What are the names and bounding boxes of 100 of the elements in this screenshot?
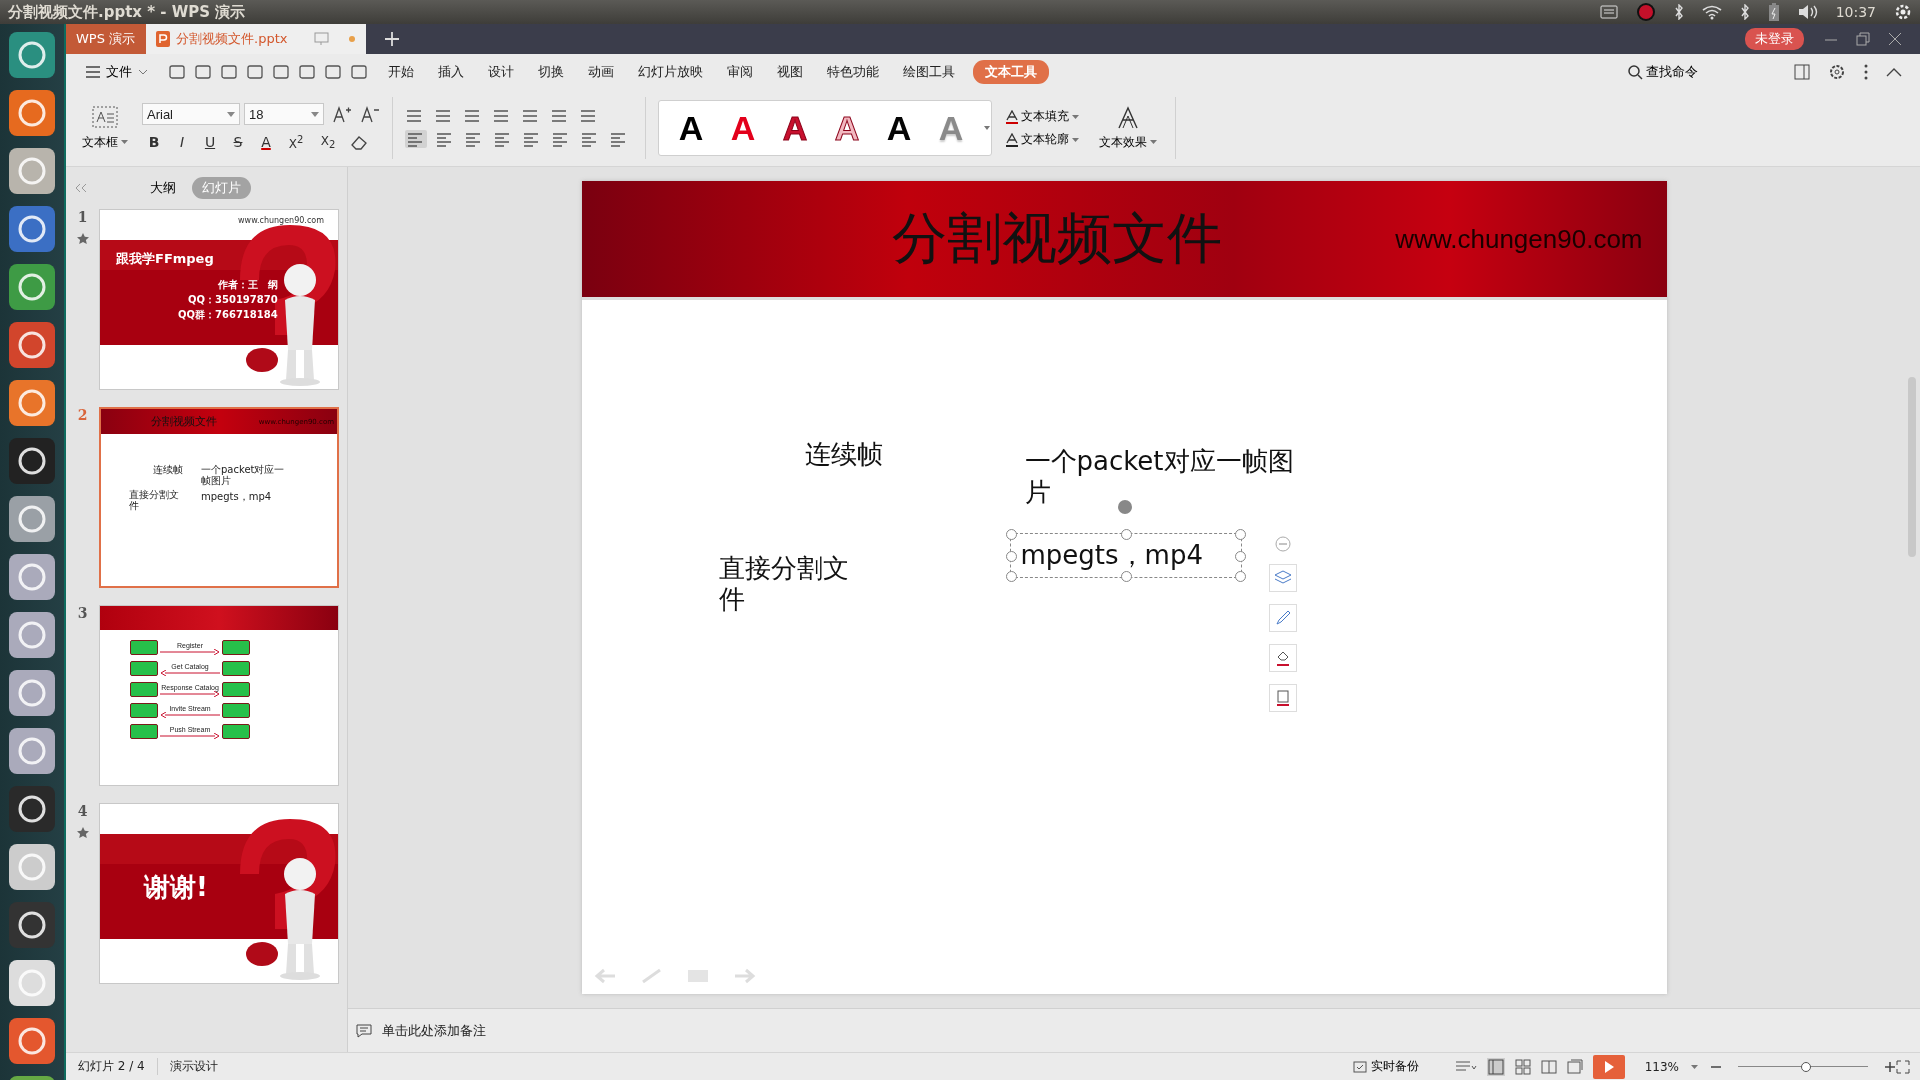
- login-button[interactable]: 未登录: [1745, 28, 1804, 50]
- menu-tab[interactable]: 插入: [426, 60, 476, 84]
- wifi-icon[interactable]: [1701, 4, 1722, 20]
- collapse-panel-icon[interactable]: [74, 183, 88, 193]
- text-style-option[interactable]: A: [769, 103, 821, 153]
- shrink-font-icon[interactable]: [360, 105, 380, 123]
- text-style-option[interactable]: A: [665, 103, 717, 153]
- menu-tab[interactable]: 审阅: [715, 60, 765, 84]
- text-effect-button[interactable]: 文本效果: [1093, 104, 1163, 152]
- eraser-icon[interactable]: [350, 134, 368, 150]
- resize-handle[interactable]: [1120, 571, 1132, 583]
- collapse-icon[interactable]: [1886, 67, 1902, 77]
- thumbnail-heading: 谢谢!: [144, 871, 208, 904]
- zoom-level[interactable]: 113%: [1644, 1059, 1679, 1074]
- layers-icon[interactable]: [1268, 564, 1297, 592]
- resize-handle[interactable]: [1005, 571, 1017, 583]
- keyboard-icon[interactable]: [1599, 5, 1618, 19]
- format-button[interactable]: U: [198, 131, 222, 153]
- grid-view-icon[interactable]: [1514, 1058, 1531, 1075]
- diagram-node: [130, 661, 158, 676]
- rotate-handle[interactable]: [1117, 500, 1132, 514]
- thumbnail-heading: 分割视频文件: [151, 414, 217, 429]
- diagram-node: [222, 640, 250, 655]
- fill-icon[interactable]: [1268, 644, 1297, 672]
- panel-tab[interactable]: 大纲: [140, 177, 186, 199]
- volume-icon[interactable]: [1797, 4, 1818, 20]
- caret-icon[interactable]: [1691, 1064, 1698, 1069]
- text-box[interactable]: 直接分割文件: [718, 553, 869, 616]
- resize-handle[interactable]: [1005, 529, 1017, 540]
- bluetooth-icon[interactable]: [1739, 4, 1750, 20]
- format-button[interactable]: S: [226, 131, 250, 153]
- caret-icon: [1150, 140, 1157, 144]
- align-left-icon[interactable]: [405, 130, 427, 148]
- more-icon[interactable]: [1864, 64, 1868, 80]
- font-size-field[interactable]: 18: [244, 103, 324, 125]
- power-icon[interactable]: [1894, 3, 1912, 21]
- battery-icon[interactable]: [1767, 2, 1780, 22]
- resize-handle[interactable]: [1234, 571, 1246, 583]
- menu-tab[interactable]: 绘图工具: [891, 60, 967, 84]
- zoom-slider-thumb[interactable]: [1800, 1061, 1811, 1072]
- thumbnail-text: 作者：王 纲: [217, 278, 278, 292]
- format-button[interactable]: I: [170, 131, 194, 153]
- record-icon[interactable]: [1635, 2, 1656, 22]
- outline-icon[interactable]: [1268, 684, 1297, 712]
- resize-handle[interactable]: [1234, 550, 1246, 562]
- slide-number: 2: [77, 407, 88, 423]
- reading-view-icon[interactable]: [1540, 1058, 1557, 1075]
- new-tab-icon[interactable]: [384, 31, 400, 47]
- command-search[interactable]: 查找命令: [1622, 62, 1704, 82]
- font-field[interactable]: Arial: [142, 103, 240, 125]
- text-outline-button[interactable]: 文本轮廓: [1000, 130, 1085, 149]
- normal-view-icon[interactable]: [1486, 1057, 1505, 1076]
- clock[interactable]: 10:37: [1835, 4, 1876, 20]
- document-tab[interactable]: WPS 演示: [66, 24, 146, 54]
- presenter-view-icon[interactable]: [1566, 1058, 1583, 1075]
- menu-tab[interactable]: 幻灯片放映: [626, 60, 715, 84]
- format-button[interactable]: X$^{2}$: [282, 131, 310, 153]
- close-icon[interactable]: [1888, 32, 1902, 46]
- format-button[interactable]: A: [254, 131, 278, 153]
- sidebar-icon[interactable]: [1794, 64, 1810, 80]
- bluetooth-icon[interactable]: [1673, 4, 1684, 20]
- caret-icon: [311, 111, 319, 117]
- caret-icon: [1072, 114, 1079, 119]
- menu-tab[interactable]: 设计: [476, 60, 526, 84]
- notes-placeholder[interactable]: 单击此处添加备注: [382, 1021, 486, 1040]
- text-style-option[interactable]: A: [717, 103, 769, 153]
- menu-tab[interactable]: 切换: [526, 60, 576, 84]
- resize-handle[interactable]: [1005, 550, 1017, 562]
- menu-tab[interactable]: 动画: [576, 60, 626, 84]
- menu-tab[interactable]: 开始: [376, 60, 426, 84]
- resize-handle[interactable]: [1120, 529, 1132, 540]
- thumbnail-text: QQ群：766718184: [178, 308, 278, 322]
- menu-tab[interactable]: 视图: [765, 60, 815, 84]
- menu-tab[interactable]: 特色功能: [815, 60, 891, 84]
- text-box[interactable]: 一个packet对应一帧图片: [1024, 446, 1305, 509]
- document-tab[interactable]: 分割视频文件.pptx: [146, 24, 366, 54]
- slide-number: 1: [77, 209, 88, 225]
- textbox-button[interactable]: 文本框: [76, 104, 134, 152]
- grow-font-icon[interactable]: [332, 105, 352, 123]
- text-style-option[interactable]: A: [873, 103, 925, 153]
- backup-button[interactable]: 实时备份: [1346, 1057, 1425, 1076]
- slide-thumbnail[interactable]: www.chungen90.com 跟我学FFmpeg 作者：王 纲 QQ：350197870 QQ群：766718184: [99, 209, 339, 390]
- file-menu[interactable]: 文件: [80, 62, 154, 82]
- text-fill-icon: [1006, 109, 1018, 124]
- caret-icon: [1072, 137, 1079, 142]
- format-button[interactable]: X$_{2}$: [314, 131, 342, 153]
- play-icon[interactable]: [1592, 1054, 1625, 1079]
- restore-icon[interactable]: [1856, 32, 1870, 46]
- notes-view-icon[interactable]: [1454, 1059, 1477, 1074]
- theme-name[interactable]: 演示设计: [156, 1058, 230, 1075]
- diagram-node: [222, 682, 250, 697]
- thumbnail-text: QQ：350197870: [188, 293, 278, 307]
- format-button[interactable]: B: [142, 131, 166, 153]
- text-box[interactable]: 连续帧: [804, 439, 945, 471]
- slide-number: 4: [77, 803, 88, 819]
- comment-icon[interactable]: [356, 1023, 372, 1038]
- zoom-in-icon[interactable]: [1884, 1060, 1896, 1073]
- text-fill-button[interactable]: 文本填充: [1000, 107, 1085, 126]
- slide-thumbnail[interactable]: 谢谢!: [99, 803, 339, 984]
- resize-handle[interactable]: [1234, 529, 1246, 540]
